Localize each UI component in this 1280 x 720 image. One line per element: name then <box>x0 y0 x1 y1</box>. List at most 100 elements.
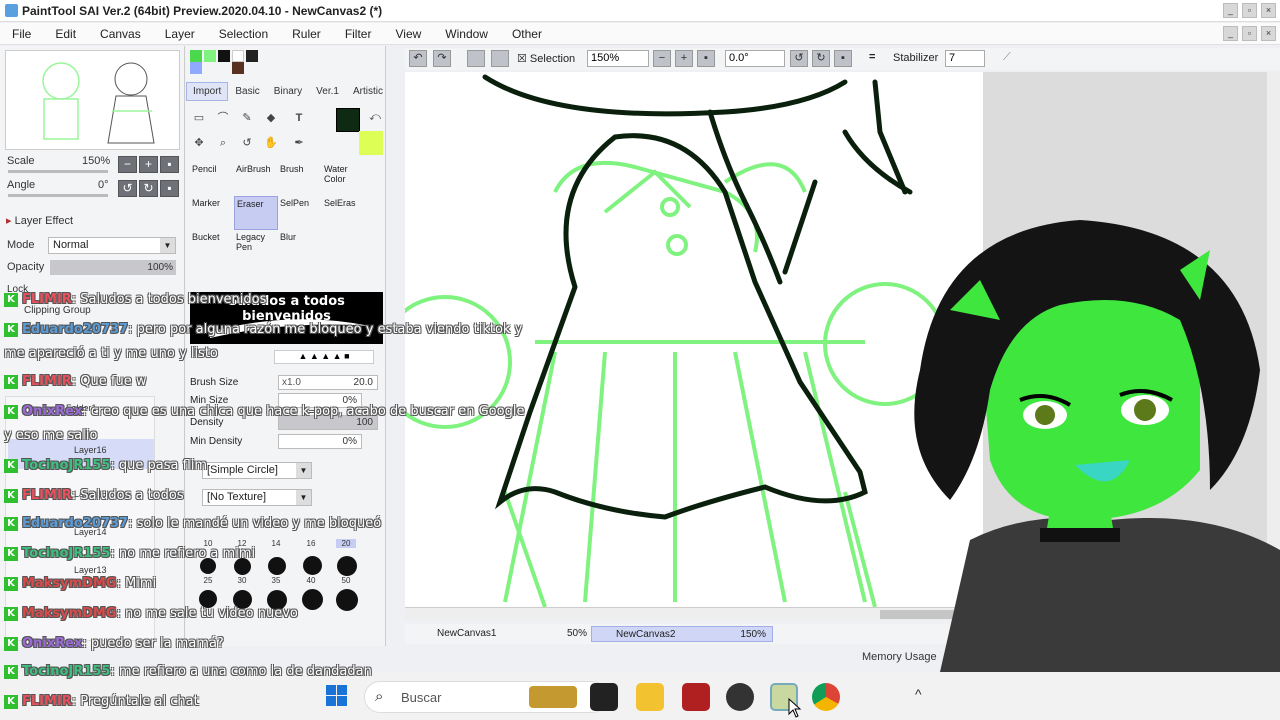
maximize-button[interactable]: ▫ <box>1242 3 1257 18</box>
zoom-reset-button[interactable]: ▪ <box>160 156 179 173</box>
taskbar-search[interactable]: ⌕ Buscar <box>364 681 608 713</box>
swatch[interactable] <box>232 62 244 74</box>
brush-shape-select[interactable]: [Simple Circle] ▼ <box>202 462 312 479</box>
eyedropper-icon[interactable]: ✒ <box>290 134 308 152</box>
swatch[interactable] <box>246 50 258 62</box>
size-preset[interactable] <box>337 556 357 576</box>
doc-close-button[interactable]: × <box>1261 26 1276 41</box>
layer-effect-toggle[interactable]: ▸ Layer Effect <box>6 214 73 227</box>
brush-shape-buttons[interactable]: ▲ ▲ ▲ ▲ ■ <box>274 350 374 364</box>
minimize-button[interactable]: _ <box>1223 3 1238 18</box>
tab-import[interactable]: Import <box>186 82 229 101</box>
menu-window[interactable]: Window <box>433 27 500 41</box>
swatch[interactable] <box>204 50 216 62</box>
invert-selection-button[interactable] <box>491 50 509 67</box>
min-density-field[interactable]: 0% <box>278 434 362 449</box>
tab-artistic[interactable]: Artistic <box>346 82 390 101</box>
stabilizer-select[interactable]: 7 <box>945 50 985 67</box>
scale-slider[interactable] <box>8 170 108 173</box>
opacity-slider[interactable]: 100% <box>50 260 176 275</box>
magic-wand-icon[interactable]: ✎ <box>238 109 256 127</box>
swap-colors-icon[interactable]: ⤺ <box>366 108 384 126</box>
tool-pencil[interactable]: Pencil <box>190 162 234 196</box>
doc-restore-button[interactable]: ▫ <box>1242 26 1257 41</box>
deselect-button[interactable] <box>467 50 485 67</box>
swatch[interactable] <box>190 50 202 62</box>
zoom-reset-button[interactable]: ▪ <box>697 50 715 67</box>
tray-chevron-icon[interactable]: ^ <box>915 686 922 702</box>
tool-legacy-pen[interactable]: Legacy Pen <box>234 230 278 264</box>
blend-mode-select[interactable]: Normal ▼ <box>48 237 176 254</box>
select-rect-icon[interactable]: ▭ <box>190 109 208 127</box>
tool-blur[interactable]: Blur <box>278 230 322 264</box>
move-icon[interactable]: ✥ <box>190 134 208 152</box>
menu-selection[interactable]: Selection <box>207 27 280 41</box>
layer-item-layer13[interactable]: Layer13 <box>74 565 107 575</box>
swatch[interactable] <box>190 62 202 74</box>
rotate-left-button[interactable]: ↺ <box>118 180 137 197</box>
tool-eraser[interactable]: Eraser <box>234 196 278 230</box>
doc-minimize-button[interactable]: _ <box>1223 26 1238 41</box>
tab-binary[interactable]: Binary <box>267 82 309 101</box>
rotate-right-button[interactable]: ↻ <box>139 180 158 197</box>
tool-airbrush[interactable]: AirBrush <box>234 162 278 196</box>
tool-marker[interactable]: Marker <box>190 196 234 230</box>
tab-basic[interactable]: Basic <box>228 82 266 101</box>
text-tool-icon[interactable]: T <box>290 109 308 127</box>
close-button[interactable]: × <box>1261 3 1276 18</box>
swatch[interactable] <box>232 50 244 62</box>
zoom-out-button[interactable]: − <box>118 156 137 173</box>
menu-canvas[interactable]: Canvas <box>88 27 153 41</box>
rotate-reset-button[interactable]: ▪ <box>160 180 179 197</box>
swatch[interactable] <box>218 50 230 62</box>
undo-button[interactable]: ↶ <box>409 50 427 67</box>
windows-start-icon[interactable] <box>326 685 348 707</box>
navigator-preview[interactable] <box>5 50 180 150</box>
size-preset[interactable] <box>302 589 323 610</box>
menu-filter[interactable]: Filter <box>333 27 384 41</box>
lasso-icon[interactable]: ⌒ <box>214 109 232 127</box>
selection-toggle[interactable]: ☒ Selection <box>517 52 575 65</box>
menu-view[interactable]: View <box>383 27 433 41</box>
doc-tab-newcanvas2[interactable]: NewCanvas2 150% <box>591 626 773 642</box>
tab-ver1[interactable]: Ver.1 <box>309 82 346 101</box>
rotate-left-button[interactable]: ↺ <box>790 50 808 67</box>
app-icon-red[interactable] <box>682 683 710 711</box>
size-preset[interactable] <box>268 557 286 575</box>
zoom-out-button[interactable]: − <box>653 50 671 67</box>
menu-layer[interactable]: Layer <box>153 27 207 41</box>
brush-texture-select[interactable]: [No Texture] ▼ <box>202 489 312 506</box>
layer-item-layer16[interactable]: Layer16 <box>74 445 107 455</box>
zoom-select[interactable]: 150% <box>587 50 649 67</box>
stamp-icon[interactable]: ◆ <box>262 109 280 127</box>
rotate-icon[interactable]: ↺ <box>238 134 256 152</box>
angle-slider[interactable] <box>8 194 108 197</box>
menu-file[interactable]: File <box>0 27 43 41</box>
rotate-right-button[interactable]: ↻ <box>812 50 830 67</box>
background-color[interactable] <box>359 131 383 155</box>
tool-watercolor[interactable]: Water Color <box>322 162 366 196</box>
redo-button[interactable]: ↷ <box>433 50 451 67</box>
size-preset[interactable] <box>336 589 358 611</box>
tool-selpen[interactable]: SelPen <box>278 196 322 230</box>
file-explorer-icon[interactable] <box>636 683 664 711</box>
chrome-icon[interactable] <box>812 683 840 711</box>
zoom-icon[interactable]: ⌕ <box>214 134 232 152</box>
foreground-color[interactable] <box>336 108 360 132</box>
pen-pressure-icon[interactable]: ⟋ <box>1003 51 1011 64</box>
tool-bucket[interactable]: Bucket <box>190 230 234 264</box>
menu-ruler[interactable]: Ruler <box>280 27 333 41</box>
menu-edit[interactable]: Edit <box>43 27 88 41</box>
tool-brush[interactable]: Brush <box>278 162 322 196</box>
rotation-select[interactable]: 0.0° <box>725 50 785 67</box>
doc-tab-newcanvas1[interactable]: NewCanvas1 50% <box>413 626 593 642</box>
zoom-in-button[interactable]: + <box>139 156 158 173</box>
menu-other[interactable]: Other <box>500 27 554 41</box>
hand-icon[interactable]: ✋ <box>262 134 280 152</box>
tool-seleras[interactable]: SelEras <box>322 196 366 230</box>
app-icon-obs[interactable] <box>726 683 754 711</box>
flip-icon[interactable]: = <box>869 51 875 63</box>
rotate-reset-button[interactable]: ▪ <box>834 50 852 67</box>
task-view-icon[interactable] <box>590 683 618 711</box>
size-preset[interactable] <box>303 556 322 575</box>
